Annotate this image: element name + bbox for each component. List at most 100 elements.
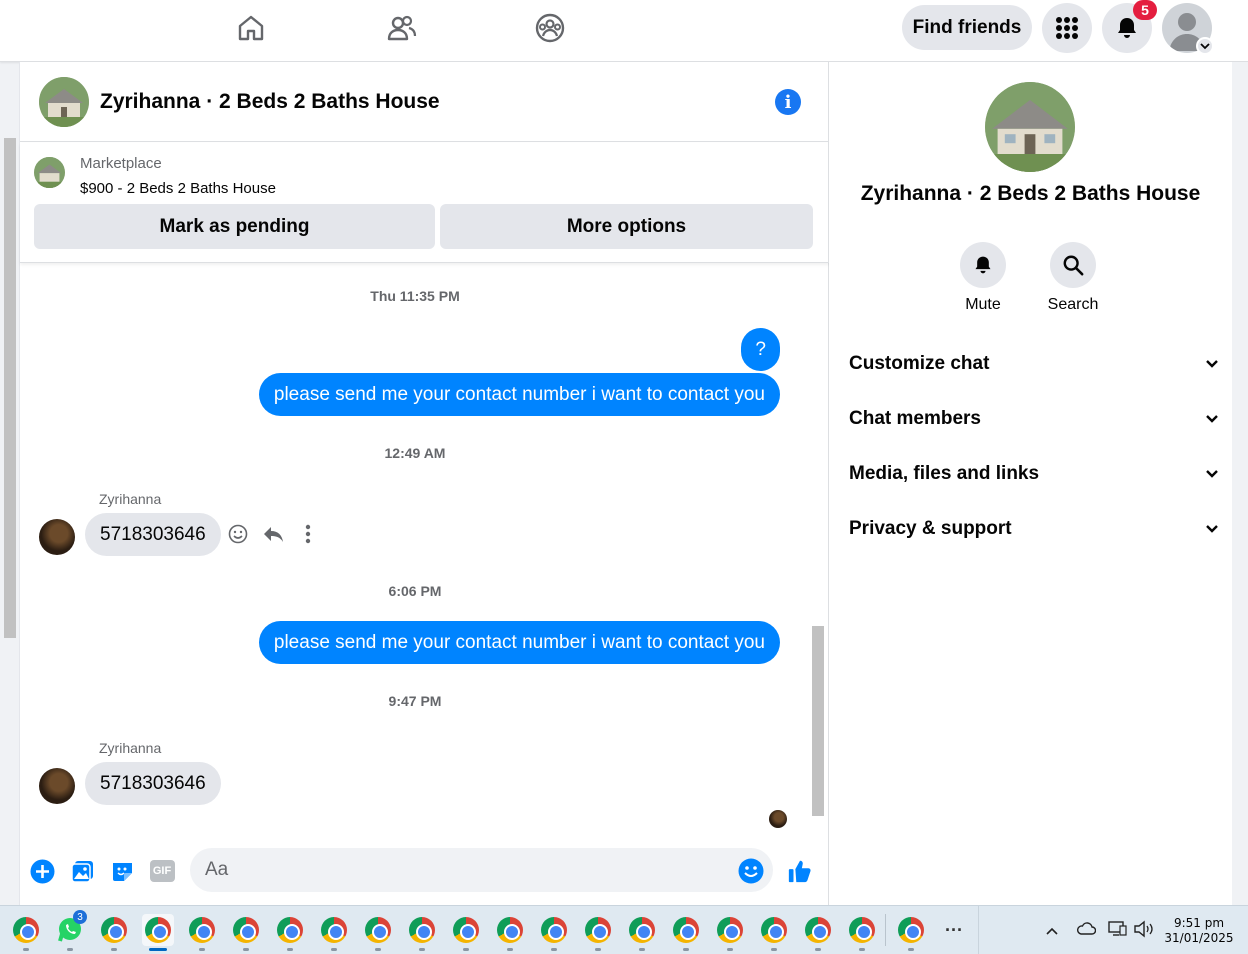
chrome-icon <box>13 917 39 943</box>
account-menu-chevron[interactable] <box>1196 37 1214 55</box>
taskbar-chrome-app[interactable] <box>318 914 350 951</box>
chrome-icon <box>233 917 259 943</box>
message-timestamp: 12:49 AM <box>384 445 446 461</box>
conversation-avatar[interactable] <box>985 82 1075 172</box>
message-input[interactable] <box>190 848 773 892</box>
taskbar-chrome-app[interactable] <box>450 914 482 951</box>
taskbar-chrome-app[interactable] <box>538 914 570 951</box>
chrome-icon <box>898 917 924 943</box>
mute-label: Mute <box>965 296 1001 313</box>
onedrive-cloud-icon[interactable] <box>1076 921 1097 940</box>
volume-icon[interactable] <box>1133 920 1155 943</box>
message-scrollbar-thumb[interactable] <box>812 626 824 816</box>
taskbar-chrome-app[interactable] <box>626 914 658 951</box>
grid-icon <box>1056 17 1078 39</box>
chrome-icon <box>101 917 127 943</box>
taskbar-chrome-app[interactable] <box>582 914 614 951</box>
conversation-details-panel: Zyrihanna · 2 Beds 2 Baths House Mute Se… <box>829 62 1248 905</box>
message-scrollbar[interactable] <box>810 267 827 832</box>
page-scrollbar-thumb[interactable] <box>4 138 16 638</box>
taskbar-chrome-app-active[interactable] <box>142 914 174 951</box>
notification-count-badge: 5 <box>1133 0 1157 20</box>
chat-avatar[interactable] <box>39 77 89 127</box>
taskbar-chrome-app[interactable] <box>670 914 702 951</box>
customize-chat-section[interactable]: Customize chat <box>849 344 1219 384</box>
outgoing-message[interactable]: ? <box>741 328 780 371</box>
chrome-icon <box>629 917 655 943</box>
bell-icon <box>1118 18 1136 38</box>
house-image-icon <box>985 82 1075 172</box>
taskbar-chrome-app[interactable] <box>362 914 394 951</box>
taskbar-chrome-app[interactable] <box>758 914 790 951</box>
taskbar-divider <box>978 906 979 954</box>
outgoing-message[interactable]: please send me your contact number i wan… <box>258 373 780 416</box>
network-icon[interactable] <box>1108 920 1128 943</box>
chrome-icon <box>365 917 391 943</box>
message-timestamp: Thu 11:35 PM <box>370 288 460 304</box>
more-options-dots-icon[interactable] <box>293 519 323 549</box>
taskbar-chrome-app[interactable] <box>494 914 526 951</box>
chrome-icon <box>409 917 435 943</box>
find-friends-button[interactable]: Find friends <box>902 5 1032 50</box>
taskbar-chrome-app[interactable] <box>802 914 834 951</box>
show-hidden-icons-chevron-icon[interactable] <box>1045 923 1059 941</box>
more-options-button[interactable]: More options <box>440 204 813 249</box>
emoji-icon[interactable] <box>738 858 764 884</box>
listing-thumbnail[interactable] <box>34 157 65 188</box>
chrome-icon <box>761 917 787 943</box>
taskbar-chrome-app[interactable] <box>186 914 218 951</box>
taskbar-chrome-app[interactable] <box>10 914 42 951</box>
home-icon[interactable] <box>228 8 274 48</box>
system-clock[interactable]: 9:51 pm 31/01/2025 <box>1162 916 1236 946</box>
sticker-icon[interactable] <box>109 858 135 884</box>
chevron-down-icon <box>1206 525 1218 533</box>
privacy-support-section[interactable]: Privacy & support <box>849 509 1219 549</box>
clock-time: 9:51 pm <box>1173 916 1225 930</box>
reply-icon[interactable] <box>258 519 288 549</box>
taskbar-chrome-app[interactable] <box>846 914 878 951</box>
chat-title[interactable]: Zyrihanna · 2 Beds 2 Baths House <box>100 90 440 114</box>
taskbar-chrome-app[interactable] <box>895 914 927 951</box>
media-files-links-section[interactable]: Media, files and links <box>849 454 1219 494</box>
menu-grid-button[interactable] <box>1042 3 1092 53</box>
friends-icon[interactable] <box>378 8 424 48</box>
thumbs-up-icon[interactable] <box>787 858 813 884</box>
outgoing-message[interactable]: please send me your contact number i wan… <box>258 621 780 664</box>
sender-avatar[interactable] <box>39 768 75 804</box>
listing-title[interactable]: $900 - 2 Beds 2 Baths House <box>80 180 276 197</box>
chrome-icon <box>717 917 743 943</box>
taskbar-chrome-app[interactable] <box>714 914 746 951</box>
chevron-down-icon <box>1200 43 1210 50</box>
gif-label: GIF <box>149 860 175 882</box>
page-scrollbar[interactable] <box>0 123 19 905</box>
chrome-icon <box>145 917 171 943</box>
right-panel-scrollbar[interactable] <box>1232 62 1248 905</box>
taskbar-chrome-app[interactable] <box>406 914 438 951</box>
listing-source: Marketplace <box>80 155 162 172</box>
chrome-icon <box>189 917 215 943</box>
taskbar-chrome-app[interactable] <box>98 914 130 951</box>
chrome-icon <box>805 917 831 943</box>
chat-members-section[interactable]: Chat members <box>849 399 1219 439</box>
mark-as-pending-button[interactable]: Mark as pending <box>34 204 435 249</box>
gif-icon[interactable]: GIF <box>149 858 175 884</box>
react-emoji-icon[interactable] <box>223 519 253 549</box>
message-timestamp: 6:06 PM <box>388 583 442 599</box>
taskbar-overflow-button[interactable]: ··· <box>938 914 970 946</box>
taskbar-chrome-app[interactable] <box>230 914 262 951</box>
info-icon[interactable]: i <box>775 89 801 115</box>
incoming-message[interactable]: 5718303646 <box>85 513 221 556</box>
plus-icon[interactable] <box>29 858 55 884</box>
clock-date: 31/01/2025 <box>1164 931 1234 945</box>
sender-avatar[interactable] <box>39 519 75 555</box>
taskbar-whatsapp-app[interactable]: 3 <box>54 910 87 951</box>
photo-icon[interactable] <box>69 858 95 884</box>
chrome-icon <box>673 917 699 943</box>
taskbar-chrome-app[interactable] <box>274 914 306 951</box>
sender-name: Zyrihanna <box>99 491 162 507</box>
section-label: Privacy & support <box>849 518 1012 539</box>
groups-icon[interactable] <box>527 8 573 48</box>
incoming-message[interactable]: 5718303646 <box>85 762 221 805</box>
mute-button[interactable]: Mute <box>943 242 1023 314</box>
search-button[interactable]: Search <box>1033 242 1113 314</box>
